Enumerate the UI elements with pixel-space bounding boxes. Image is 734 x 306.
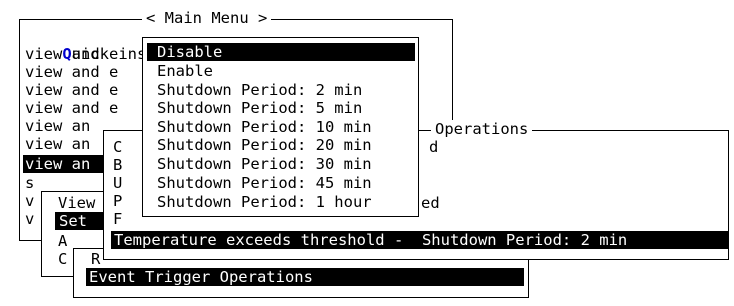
submenu-item-c[interactable]: C [58,250,67,268]
main-menu-item[interactable]: view an [25,117,90,135]
temperature-status-bar[interactable]: Temperature exceeds threshold - Shutdown… [111,231,728,249]
option-shutdown-20min[interactable]: Shutdown Period: 20 min [157,136,372,154]
option-shutdown-1hour[interactable]: Shutdown Period: 1 hour [157,193,372,211]
submenu-item-r[interactable]: R [91,250,100,268]
operations-item[interactable]: B [113,156,122,174]
main-menu-item[interactable]: view and e [25,45,118,63]
operations-item-fragment: d [429,138,439,156]
option-enable[interactable]: Enable [157,62,213,80]
main-menu-item[interactable]: view and e [25,99,118,117]
main-menu-item[interactable]: view and e [25,63,118,81]
option-shutdown-45min[interactable]: Shutdown Period: 45 min [157,174,372,192]
option-disable-selected[interactable]: Disable [147,43,415,61]
event-trigger-operations-selected[interactable]: Event Trigger Operations [86,268,524,286]
main-menu-item[interactable]: v [25,192,34,210]
main-menu-item[interactable]: v [25,210,34,228]
submenu-item-a[interactable]: A [58,232,67,250]
main-menu-item[interactable]: s [25,174,34,192]
option-shutdown-30min[interactable]: Shutdown Period: 30 min [157,155,372,173]
main-menu-title: < Main Menu > [142,9,272,27]
option-shutdown-5min[interactable]: Shutdown Period: 5 min [157,99,362,117]
main-menu-item[interactable]: view an [25,135,90,153]
main-menu-item[interactable]: view and e [25,81,118,99]
option-shutdown-2min[interactable]: Shutdown Period: 2 min [157,81,362,99]
main-menu-item-selected[interactable]: view an [23,155,111,173]
terminal-screen: < Main Menu > Quick inst view and e view… [0,0,734,306]
operations-title: Operations [431,120,533,138]
operations-item[interactable]: C [113,138,122,156]
operations-item[interactable]: P [113,192,122,210]
operations-item-fragment: ed [421,194,440,212]
operations-item[interactable]: F [113,210,122,228]
option-shutdown-10min[interactable]: Shutdown Period: 10 min [157,118,372,136]
submenu-item-view[interactable]: View [58,194,95,212]
operations-item[interactable]: U [113,174,122,192]
